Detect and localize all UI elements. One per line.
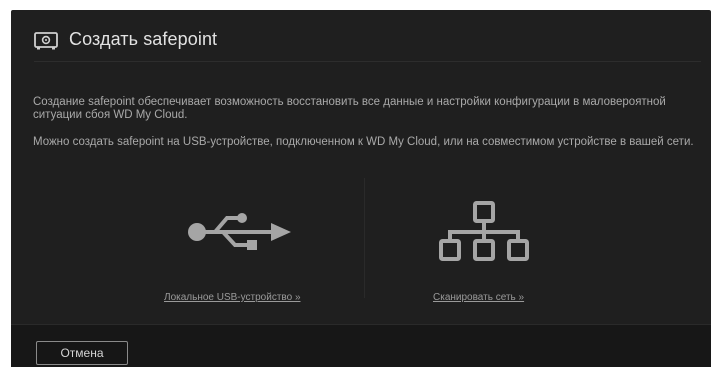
dialog-title: Создать safepoint	[69, 29, 218, 49]
network-icon[interactable]	[438, 201, 530, 261]
scan-network-link[interactable]: Сканировать сеть »	[433, 292, 524, 303]
local-usb-device-link[interactable]: Локальное USB-устройство »	[164, 292, 301, 303]
header-divider	[34, 61, 701, 62]
create-safepoint-dialog: Создать safepoint Создание safepoint обе…	[11, 10, 711, 367]
description-paragraph-1: Создание safepoint обеспечивает возможно…	[33, 96, 666, 121]
usb-icon[interactable]	[187, 212, 291, 252]
dialog-footer: Отмена	[11, 324, 711, 367]
safe-icon	[34, 32, 58, 50]
description-paragraph-2: Можно создать safepoint на USB-устройств…	[33, 136, 694, 148]
dialog-header: Создать safepoint	[11, 10, 711, 62]
cancel-button[interactable]: Отмена	[36, 341, 128, 365]
options-divider	[364, 178, 365, 298]
